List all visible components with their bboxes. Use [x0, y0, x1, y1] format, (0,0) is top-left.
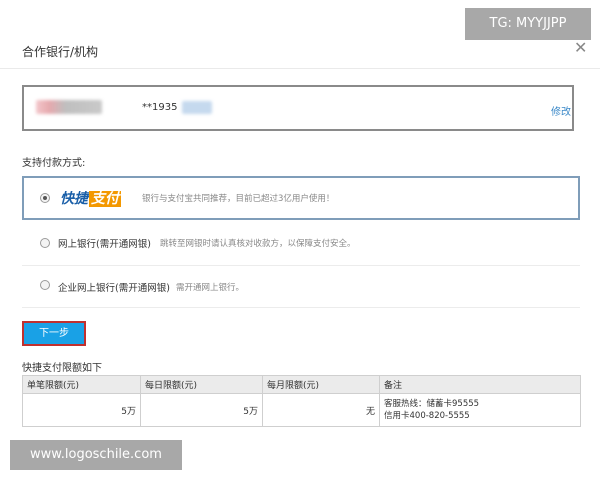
radio-quick-pay[interactable] — [40, 193, 50, 203]
card-type-blurred — [182, 101, 212, 114]
single-limit-value: 5万 — [22, 393, 141, 427]
note-hotline-debit: 客服热线：储蓄卡95555 — [384, 399, 480, 409]
note-hotline-credit: 信用卡400-820-5555 — [384, 411, 470, 421]
online-banking-label: 网上银行(需开通网银) — [58, 239, 151, 250]
header-note: 备注 — [379, 375, 581, 394]
dialog-title: 合作银行/机构 — [22, 45, 99, 59]
option-enterprise-banking[interactable]: 企业网上银行(需开通网银) 需开通网上银行。 — [22, 268, 580, 308]
bank-card-box: **1935 修改 — [22, 85, 574, 131]
quick-pay-logo: 快捷 支付 — [60, 188, 121, 208]
bank-dialog: 合作银行/机构 ✕ **1935 修改 支持付款方式: 快捷 支付 银行与支付宝共… — [0, 0, 600, 480]
option-online-banking[interactable]: 网上银行(需开通网银) 跳转至网银时请认真核对收款方，以保障支付安全。 — [22, 226, 580, 266]
note-cell: 客服热线：储蓄卡95555 信用卡400-820-5555 — [379, 393, 581, 427]
online-banking-description: 跳转至网银时请认真核对收款方，以保障支付安全。 — [160, 239, 356, 249]
radio-enterprise-banking[interactable] — [40, 280, 50, 290]
quick-pay-logo-accent: 支付 — [89, 191, 121, 207]
header-monthly-limit: 每月限额(元) — [262, 375, 380, 394]
option-quick-pay[interactable]: 快捷 支付 银行与支付宝共同推荐，目前已超过3亿用户使用！ — [22, 176, 580, 220]
header-divider — [0, 68, 600, 69]
daily-limit-value: 5万 — [140, 393, 263, 427]
limits-title: 快捷支付限额如下 — [22, 363, 102, 374]
bank-name-blurred — [36, 100, 102, 114]
close-icon[interactable]: ✕ — [574, 38, 587, 58]
table-header-row: 单笔限额(元) 每日限额(元) 每月限额(元) 备注 — [22, 375, 581, 394]
quick-pay-logo-main: 快捷 — [60, 191, 88, 207]
watermark-top: TG: MYYJJPP — [465, 8, 591, 40]
limits-table: 单笔限额(元) 每日限额(元) 每月限额(元) 备注 5万 5万 无 客服热线：… — [22, 375, 581, 427]
enterprise-banking-description: 需开通网上银行。 — [176, 283, 245, 293]
quick-pay-description: 银行与支付宝共同推荐，目前已超过3亿用户使用！ — [142, 194, 335, 204]
card-number: **1935 — [142, 102, 178, 113]
watermark-bottom: www.logoschile.com — [10, 440, 182, 470]
radio-online-banking[interactable] — [40, 238, 50, 248]
header-single-limit: 单笔限额(元) — [22, 375, 141, 394]
next-step-button[interactable]: 下一步 — [22, 321, 86, 346]
enterprise-banking-label: 企业网上银行(需开通网银) — [58, 283, 170, 294]
modify-link[interactable]: 修改 — [551, 103, 571, 118]
table-row: 5万 5万 无 客服热线：储蓄卡95555 信用卡400-820-5555 — [22, 393, 581, 427]
header-daily-limit: 每日限额(元) — [140, 375, 263, 394]
monthly-limit-value: 无 — [262, 393, 380, 427]
payment-methods-label: 支持付款方式: — [22, 158, 86, 169]
